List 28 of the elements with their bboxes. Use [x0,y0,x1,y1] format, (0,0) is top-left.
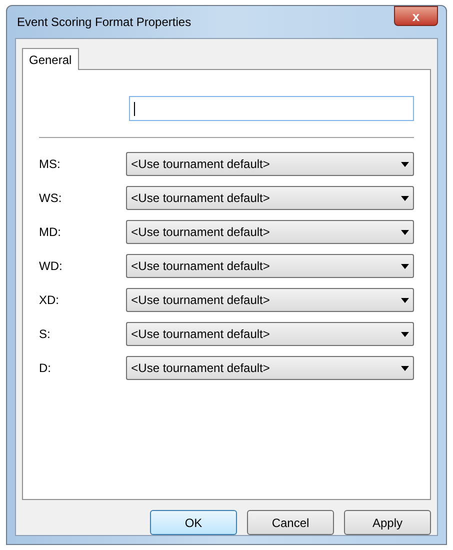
caret-icon [401,264,409,268]
caret-icon [401,162,409,166]
caret-icon [401,196,409,200]
dropdown[interactable]: <Use tournament default> [126,322,414,346]
field-label: WD: [39,258,64,275]
dialog-button[interactable]: OK [150,510,237,535]
dropdown[interactable]: <Use tournament default> [126,356,414,380]
name-input-field[interactable] [129,96,414,121]
dropdown[interactable]: <Use tournament default> [126,152,414,176]
dropdown[interactable]: <Use tournament default> [126,186,414,210]
dialog-button[interactable]: Cancel [247,510,334,535]
dropdown[interactable]: <Use tournament default> [126,220,414,244]
field-label: XD: [39,292,60,309]
field-label: MS: [39,156,62,173]
caret-icon [401,366,409,370]
dropdown[interactable]: <Use tournament default> [126,254,414,278]
caret-icon [401,298,409,302]
caret-icon [401,332,409,336]
caret-icon [401,230,409,234]
field-label: MD: [39,224,62,241]
field-label: S: [39,326,52,343]
field-label: D: [39,360,52,377]
field-label: WS: [39,190,63,207]
close-button[interactable]: x [394,6,438,26]
dialog-button[interactable]: Apply [344,510,431,535]
tab[interactable]: General [22,48,79,70]
window-title: Event Scoring Format Properties [16,14,192,31]
dropdown[interactable]: <Use tournament default> [126,288,414,312]
